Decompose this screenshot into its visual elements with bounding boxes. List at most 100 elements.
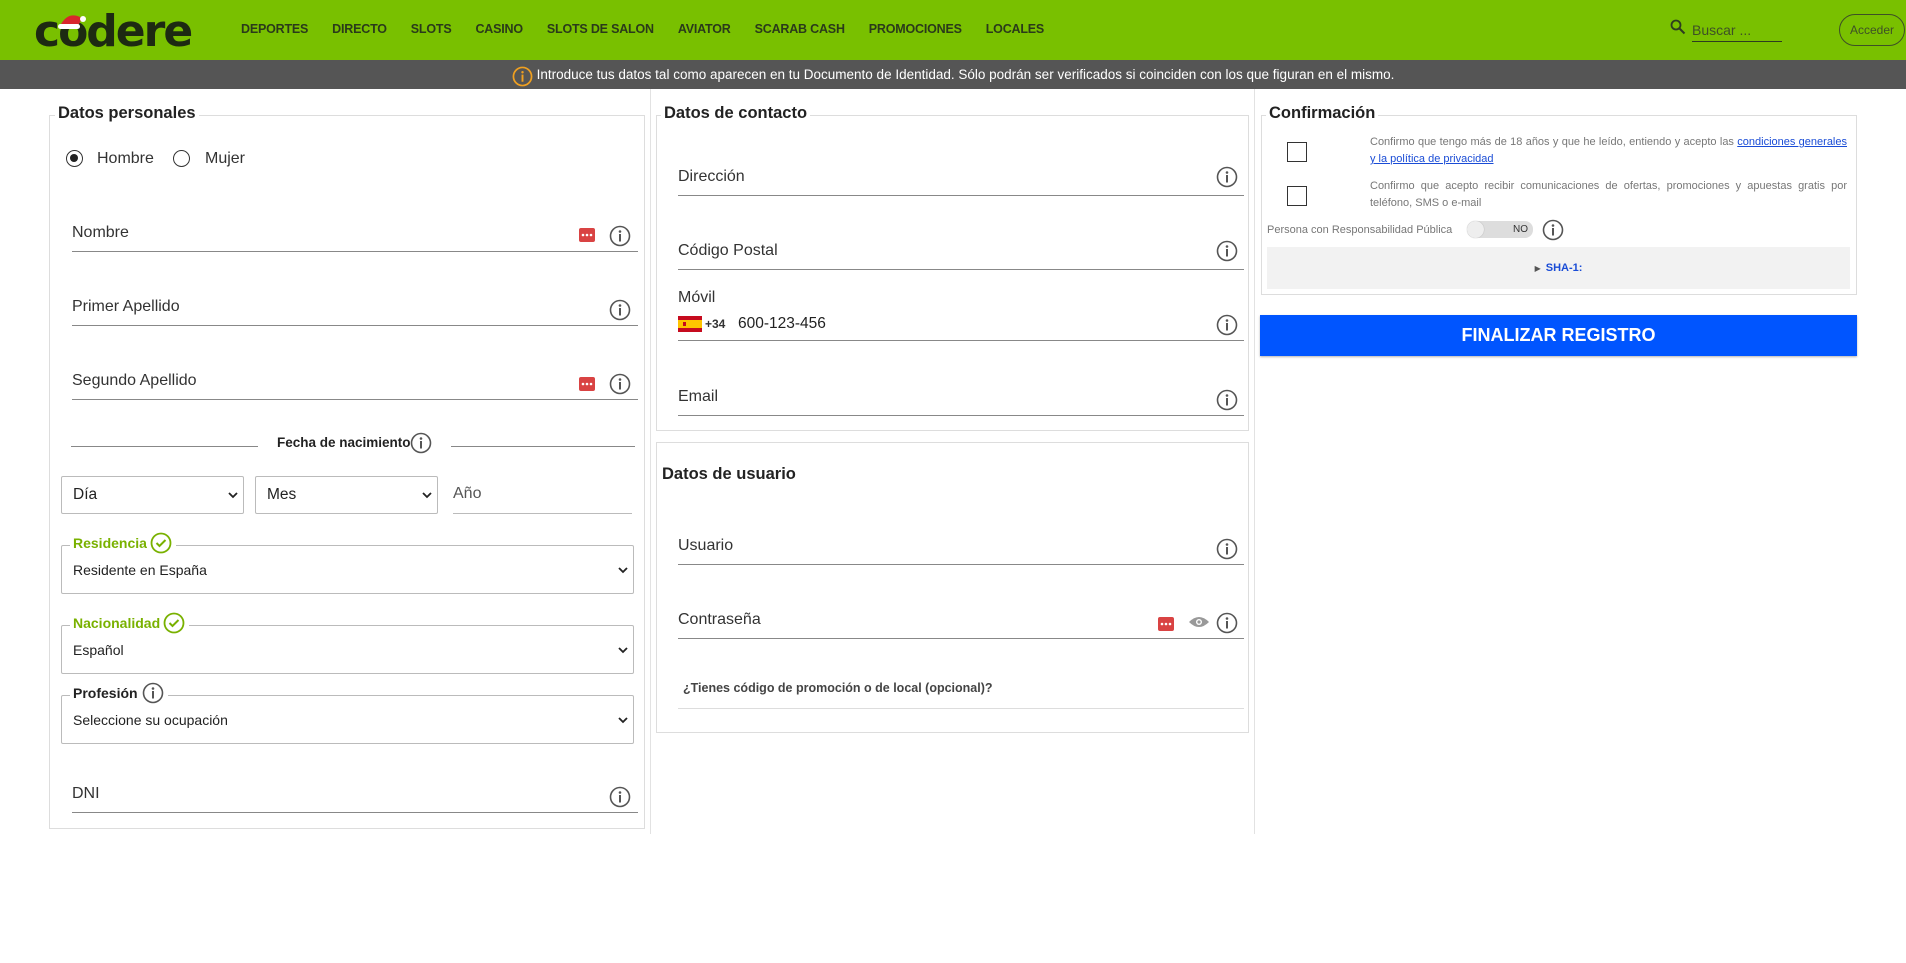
profession-label: Profesión [70, 682, 168, 704]
password-label: Contraseña [678, 611, 761, 628]
address-field[interactable]: Dirección [678, 160, 1244, 196]
gender-male-radio[interactable] [66, 150, 83, 167]
info-icon[interactable] [609, 786, 631, 808]
main-nav: DEPORTES DIRECTO SLOTS CASINO SLOTS DE S… [241, 22, 1068, 36]
month-select-value: Mes [267, 486, 297, 503]
dni-label: DNI [72, 785, 100, 802]
month-select[interactable]: Mes [255, 476, 438, 514]
info-icon[interactable] [142, 682, 164, 704]
search-box [1670, 18, 1782, 44]
info-icon[interactable] [1216, 166, 1238, 188]
prp-toggle[interactable]: NO [1467, 221, 1533, 238]
username-label: Usuario [678, 537, 734, 554]
year-input[interactable]: Año [453, 478, 632, 514]
sha1-label: SHA-1: [1545, 262, 1583, 274]
age-terms-checkbox[interactable] [1287, 142, 1307, 162]
chevron-down-icon [618, 566, 628, 573]
nav-promociones[interactable]: PROMOCIONES [869, 22, 962, 36]
chevron-down-icon [618, 716, 628, 723]
info-icon[interactable] [1216, 314, 1238, 336]
identity-notice-bar: Introduce tus datos tal como aparecen en… [0, 60, 1906, 89]
prp-label: Persona con Responsabilidad Pública [1267, 224, 1453, 236]
nav-locales[interactable]: LOCALES [986, 22, 1045, 36]
info-icon[interactable] [1216, 538, 1238, 560]
residence-label-text: Residencia [73, 535, 147, 551]
residence-value: Residente en España [73, 561, 207, 578]
marketing-consent-text: Confirmo que acepto recibir comunicacion… [1370, 180, 1847, 209]
info-icon[interactable] [1542, 219, 1564, 241]
nav-casino[interactable]: CASINO [475, 22, 523, 36]
info-icon[interactable] [1216, 612, 1238, 634]
info-icon[interactable] [1216, 389, 1238, 411]
nav-slots[interactable]: SLOTS [411, 22, 452, 36]
prp-toggle-value: NO [1513, 224, 1528, 235]
day-select[interactable]: Día [61, 476, 244, 514]
password-manager-icon[interactable] [579, 228, 595, 242]
info-icon[interactable] [1216, 240, 1238, 262]
profession-label-text: Profesión [73, 685, 138, 701]
nav-aviator[interactable]: AVIATOR [678, 22, 731, 36]
nombre-label: Nombre [72, 224, 129, 241]
search-icon[interactable] [1670, 19, 1686, 35]
residence-label: Residencia [70, 532, 176, 554]
country-prefix: +34 [705, 317, 726, 331]
toggle-knob [1467, 221, 1484, 238]
info-icon[interactable] [609, 299, 631, 321]
nav-scarab-cash[interactable]: SCARAB CASH [755, 22, 845, 36]
divider-line [678, 708, 1244, 709]
chevron-down-icon [228, 492, 238, 499]
address-label: Dirección [678, 168, 745, 185]
nationality-label: Nacionalidad [70, 612, 190, 634]
personal-data-title: Datos personales [55, 104, 199, 123]
column-divider [650, 89, 651, 834]
triangle-right-icon: ▶ [1534, 263, 1541, 273]
segundo-apellido-label: Segundo Apellido [72, 372, 197, 389]
age-terms-text: Confirmo que tengo más de 18 años y que … [1370, 134, 1847, 168]
dni-field[interactable]: DNI [72, 777, 638, 813]
chevron-down-icon [422, 492, 432, 499]
info-icon[interactable] [410, 432, 432, 454]
primer-apellido-field[interactable]: Primer Apellido [72, 290, 638, 326]
top-bar: codere DEPORTES DIRECTO SLOTS CASINO SLO… [0, 0, 1906, 60]
email-label: Email [678, 388, 719, 405]
day-select-value: Día [73, 486, 98, 503]
notice-text: Introduce tus datos tal como aparecen en… [536, 67, 1395, 82]
finalize-registration-button[interactable]: FINALIZAR REGISTRO [1260, 315, 1857, 356]
postal-code-label: Código Postal [678, 242, 778, 259]
password-manager-icon[interactable] [579, 377, 595, 391]
postal-code-field[interactable]: Código Postal [678, 234, 1244, 270]
year-placeholder: Año [453, 485, 482, 502]
check-circle-icon [150, 532, 172, 554]
nav-deportes[interactable]: DEPORTES [241, 22, 308, 36]
santa-hat-icon [58, 15, 86, 29]
segundo-apellido-field[interactable]: Segundo Apellido [72, 364, 638, 400]
email-field[interactable]: Email [678, 380, 1244, 416]
gender-male-label: Hombre [97, 150, 154, 167]
password-manager-icon[interactable] [1158, 617, 1174, 631]
info-icon[interactable] [609, 373, 631, 395]
search-input[interactable] [1692, 18, 1782, 42]
gender-female-radio[interactable] [173, 150, 190, 167]
nationality-value: Español [73, 641, 124, 658]
nombre-field[interactable]: Nombre [72, 216, 638, 252]
info-icon[interactable] [609, 225, 631, 247]
login-button[interactable]: Acceder [1839, 14, 1905, 46]
column-divider [1254, 89, 1255, 834]
nav-slots-de-salon[interactable]: SLOTS DE SALON [547, 22, 654, 36]
contact-data-title: Datos de contacto [661, 104, 811, 123]
codere-logo[interactable]: codere [34, 8, 193, 54]
mobile-value: 600-123-456 [738, 315, 826, 332]
sha1-expander[interactable]: ▶ SHA-1: [1267, 247, 1850, 289]
eye-icon[interactable] [1188, 615, 1210, 629]
mobile-field[interactable]: +34 600-123-456 [678, 305, 1244, 341]
username-field[interactable]: Usuario [678, 529, 1244, 565]
promo-code-link[interactable]: ¿Tienes código de promoción o de local (… [683, 681, 993, 695]
primer-apellido-label: Primer Apellido [72, 298, 180, 315]
marketing-consent-checkbox[interactable] [1287, 186, 1307, 206]
birthdate-label: Fecha de nacimiento [277, 435, 411, 450]
chevron-down-icon [618, 646, 628, 653]
divider-line [451, 446, 635, 447]
nav-directo[interactable]: DIRECTO [332, 22, 387, 36]
user-data-title: Datos de usuario [659, 465, 799, 484]
age-terms-label: Confirmo que tengo más de 18 años y que … [1370, 136, 1738, 148]
